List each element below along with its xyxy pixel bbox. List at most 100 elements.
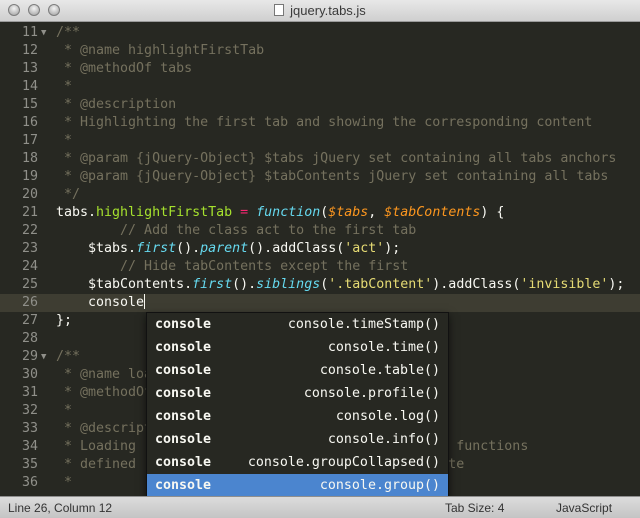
code-text: // Add the class act to the first tab <box>56 222 416 240</box>
code-text: * @descript <box>56 420 152 438</box>
code-text: * <box>56 132 72 150</box>
code-token: highlightFirstTab <box>96 205 233 220</box>
code-text: * <box>56 402 72 420</box>
code-line[interactable]: 20 */ <box>0 186 640 204</box>
autocomplete-item[interactable]: console console.timeStamp() <box>147 313 448 336</box>
autocomplete-item[interactable]: console console.profile() <box>147 382 448 405</box>
code-token: first <box>192 277 233 292</box>
code-token: console <box>56 295 145 310</box>
autocomplete-trigger: console <box>155 432 212 447</box>
code-token: addClass( <box>272 241 345 256</box>
autocomplete-popup[interactable]: console console.timeStamp() console console… <box>146 312 449 500</box>
autocomplete-annotation: console.timeStamp() <box>287 317 440 332</box>
autocomplete-annotation: console.info() <box>327 432 440 447</box>
code-line[interactable]: 19 * @param {jQuery-Object} $tabContents… <box>0 168 640 186</box>
code-token: */ <box>56 187 81 202</box>
code-line[interactable]: 17 * <box>0 132 640 150</box>
line-number: 11 <box>21 25 38 40</box>
autocomplete-item[interactable]: console console.group() <box>147 474 448 497</box>
autocomplete-item[interactable]: console console.log() <box>147 405 448 428</box>
autocomplete-item[interactable]: console console.groupCollapsed() <box>147 451 448 474</box>
syntax-selector[interactable]: JavaScript <box>556 501 612 515</box>
code-token: * @descript <box>56 421 153 436</box>
tab-size-selector[interactable]: Tab Size: 4 <box>445 501 504 515</box>
code-token: ) { <box>480 205 505 220</box>
code-token: * @name highlightFirstTab <box>56 43 265 58</box>
code-line[interactable]: 16 * Highlighting the first tab and show… <box>0 114 640 132</box>
line-number: 31 <box>21 385 38 400</box>
code-token: = <box>240 205 249 220</box>
code-token: ).addClass( <box>432 277 521 292</box>
status-bar: Line 26, Column 12 Tab Size: 4 JavaScrip… <box>0 496 640 518</box>
code-token: $tabs. <box>56 241 137 256</box>
code-token: $tabContents. <box>56 277 193 292</box>
code-token: * <box>56 133 73 148</box>
code-token: * @param {jQuery-Object} $tabContents jQ… <box>56 169 609 184</box>
code-line[interactable]: 15 * @description <box>0 96 640 114</box>
code-token: * <box>56 79 73 94</box>
fold-arrow-icon[interactable]: ▼ <box>41 24 46 42</box>
code-line[interactable]: 13 * @methodOf tabs <box>0 60 640 78</box>
autocomplete-annotation: console.groupCollapsed() <box>247 455 440 470</box>
line-number: 26 <box>21 295 38 310</box>
code-line[interactable]: 18 * @param {jQuery-Object} $tabs jQuery… <box>0 150 640 168</box>
code-line[interactable]: 26 console <box>0 294 640 312</box>
line-number: 25 <box>21 277 38 292</box>
code-text: * <box>56 78 72 96</box>
code-line[interactable]: 21 tabs.highlightFirstTab = function($tab… <box>0 204 640 222</box>
fold-arrow-icon[interactable]: ▼ <box>41 348 46 366</box>
code-line[interactable]: 11 ▼ /** <box>0 24 640 42</box>
code-line[interactable]: 22 // Add the class act to the first tab <box>0 222 640 240</box>
autocomplete-trigger: console <box>155 478 212 493</box>
code-token: first <box>136 241 177 256</box>
code-token: // Hide tabContents except the first <box>56 259 409 274</box>
line-number: 33 <box>21 421 38 436</box>
autocomplete-item[interactable]: console console.table() <box>147 359 448 382</box>
code-line[interactable]: 23 $tabs.first().parent().addClass('act'… <box>0 240 640 258</box>
line-number: 12 <box>21 43 38 58</box>
autocomplete-trigger: console <box>155 409 212 424</box>
line-number: 15 <box>21 97 38 112</box>
window-title: jquery.tabs.js <box>0 3 640 18</box>
code-token: /** <box>56 349 81 364</box>
code-token: 'act' <box>344 241 385 256</box>
line-number: 36 <box>21 475 38 490</box>
code-text: * @param {jQuery-Object} $tabContents jQ… <box>56 168 608 186</box>
title-bar: jquery.tabs.js <box>0 0 640 22</box>
code-token: * @methodOf tabs <box>56 61 193 76</box>
line-number: 17 <box>21 133 38 148</box>
code-text: $tabContents.first().siblings('.tabConte… <box>56 276 624 294</box>
cursor-position: Line 26, Column 12 <box>8 501 113 515</box>
code-token: * Highlighting the first tab and showing… <box>56 115 593 130</box>
autocomplete-item[interactable]: console console.time() <box>147 336 448 359</box>
code-line[interactable]: 12 * @name highlightFirstTab <box>0 42 640 60</box>
code-line[interactable]: 14 * <box>0 78 640 96</box>
autocomplete-trigger: console <box>155 340 212 355</box>
code-text: * <box>56 474 72 492</box>
text-cursor <box>144 294 146 309</box>
code-token: , <box>368 205 385 220</box>
code-token: // Add the class act to the first tab <box>56 223 417 238</box>
code-token: $tabContents <box>384 205 481 220</box>
code-token: ); <box>608 277 625 292</box>
code-text: * @name loa <box>56 366 152 384</box>
code-text: }; <box>56 312 72 330</box>
autocomplete-annotation: console.group() <box>319 478 440 493</box>
code-text: tabs.highlightFirstTab = function($tabs,… <box>56 204 504 222</box>
line-number: 16 <box>21 115 38 130</box>
code-line[interactable]: 24 // Hide tabContents except the first <box>0 258 640 276</box>
line-number: 21 <box>21 205 38 220</box>
code-text: * @methodOf <box>56 384 152 402</box>
line-number: 29 <box>21 349 38 364</box>
code-token: }; <box>56 313 73 328</box>
line-number: 22 <box>21 223 38 238</box>
autocomplete-item[interactable]: console console.info() <box>147 428 448 451</box>
code-token: (). <box>232 277 257 292</box>
line-number: 35 <box>21 457 38 472</box>
code-token: * @methodOf <box>56 385 153 400</box>
line-number: 34 <box>21 439 38 454</box>
code-text: /** <box>56 24 80 42</box>
code-line[interactable]: 25 $tabContents.first().siblings('.tabCo… <box>0 276 640 294</box>
